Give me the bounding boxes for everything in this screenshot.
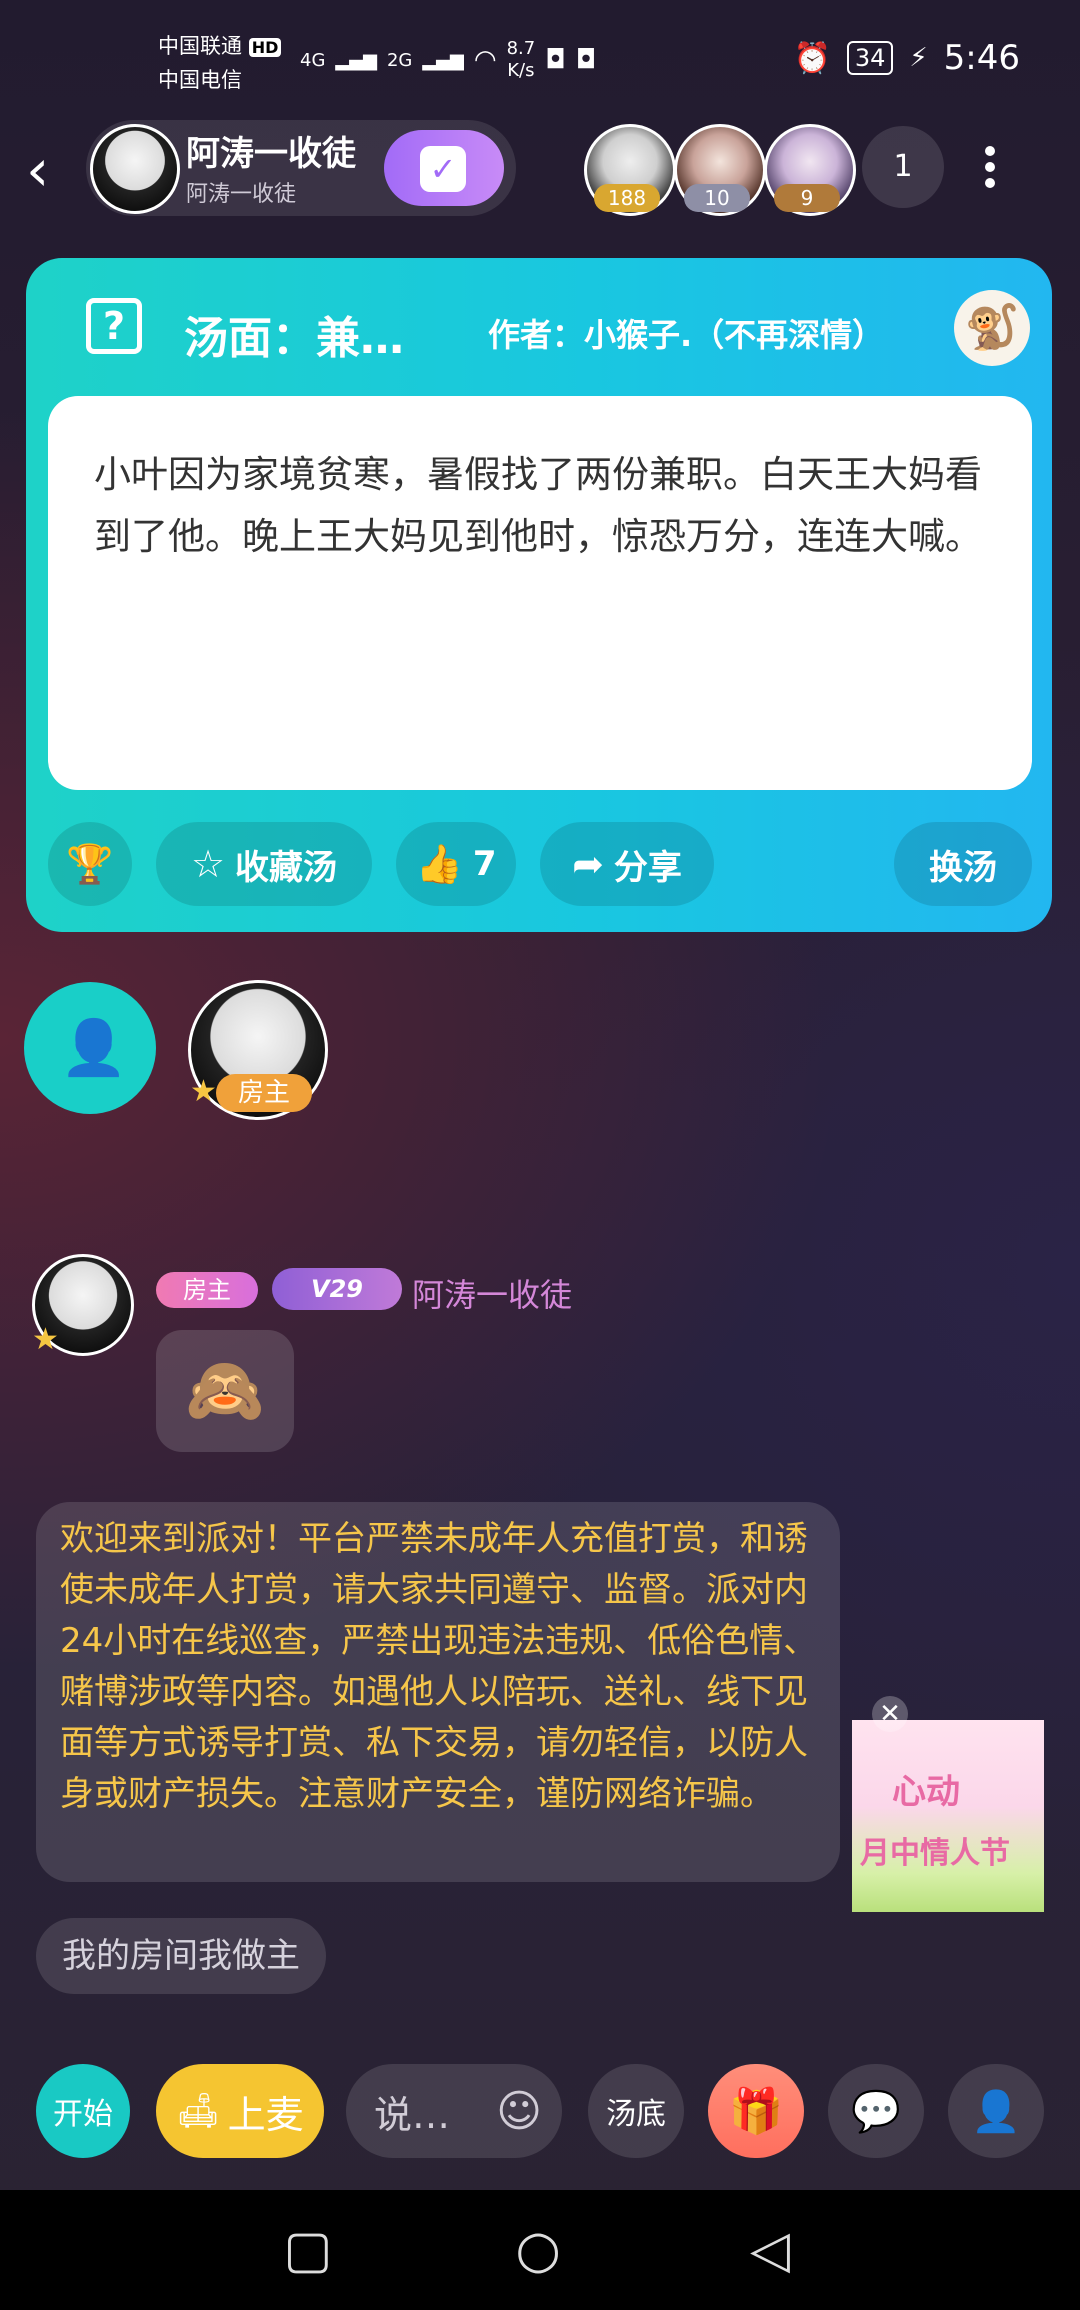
mask-icon-2: ◘ — [575, 45, 597, 75]
carrier2-label: 中国电信 — [158, 68, 242, 92]
promo-banner[interactable] — [852, 1720, 1044, 1912]
host-seat-tag: 房主 — [216, 1074, 312, 1112]
trophy-icon: 🏆 — [66, 841, 114, 886]
recent-apps-icon[interactable]: ▢ — [278, 2220, 338, 2280]
promo-line2: 月中情人节 — [860, 1836, 1010, 1871]
share-arrow-icon: ➦ — [572, 842, 604, 886]
speed-value: 8.7 — [506, 38, 536, 59]
star-decoration-icon-2: ★ — [32, 1322, 59, 1357]
more-vertical-icon[interactable] — [978, 140, 1002, 196]
status-right: ⏰ 34 ⚡ 5:46 — [793, 38, 1020, 78]
charging-icon: ⚡ — [909, 43, 928, 73]
author-avatar[interactable]: 🐒 — [954, 290, 1030, 366]
share-button[interactable]: ➦ 分享 — [540, 822, 714, 906]
hd-badge: HD — [248, 38, 282, 57]
host-subtitle: 阿涛一收徒 — [186, 182, 297, 207]
signal-icon-2: ▂▄▆ — [422, 49, 464, 71]
mask-icon: ◘ — [545, 45, 566, 75]
smile-icon[interactable]: ☺ — [496, 2086, 542, 2137]
chat-input[interactable]: 说… ☺ — [346, 2064, 562, 2158]
like-count: 7 — [472, 844, 497, 884]
star-decoration-icon: ★ — [190, 1074, 217, 1109]
welcome-message: 我的房间我做主 — [36, 1918, 326, 1994]
viewer-count[interactable]: 1 — [862, 126, 944, 208]
thumbs-up-icon: 👍 — [415, 841, 463, 886]
back-arrow-icon: ‹ — [26, 136, 50, 204]
star-icon: ☆ — [190, 842, 226, 886]
invite-button[interactable]: 👤 — [948, 2064, 1044, 2158]
calendar-check-icon: ✓ — [420, 146, 466, 192]
vip-level-badge: V29 — [272, 1268, 402, 1310]
add-user-icon: 👤 — [60, 1016, 128, 1079]
network-indicators: 4G ▂▄▆ 2G ▂▄▆ ◠ 8.7 K/s ◘ ◘ — [300, 38, 596, 82]
net1-label: 4G — [300, 49, 326, 71]
sofa-icon: 🛋 — [176, 2091, 220, 2131]
promo-line1: 心动 — [892, 1772, 960, 1812]
like-button[interactable]: 👍 7 — [396, 822, 516, 906]
soup-title: 汤面：兼… — [184, 313, 404, 364]
gift-button[interactable]: 🎁 — [708, 2064, 804, 2158]
net2-label: 2G — [386, 49, 413, 71]
viewer-badge-2: 10 — [684, 184, 750, 212]
question-icon[interactable]: ? — [86, 298, 142, 354]
home-icon[interactable]: ○ — [508, 2220, 568, 2280]
join-mic-label: 上麦 — [227, 2092, 304, 2137]
speed-unit: K/s — [507, 60, 535, 81]
battery-level: 34 — [846, 41, 894, 75]
message-button[interactable]: 💬 — [828, 2064, 924, 2158]
chat-input-placeholder: 说… — [374, 2092, 451, 2137]
viewer-badge-1: 188 — [594, 184, 660, 212]
gift-icon: 🎁 — [728, 2086, 784, 2137]
add-user-button[interactable]: 👤 — [24, 982, 156, 1114]
soup-author: 作者：小猴子.（不再深情） — [488, 316, 885, 354]
chat-sender-name[interactable]: 阿涛一收徒 — [412, 1270, 572, 1316]
start-button[interactable]: 开始 — [36, 2064, 130, 2158]
close-icon[interactable]: ✕ — [872, 1696, 908, 1732]
signal-icon: ▂▄▆ — [335, 49, 377, 71]
favorite-button[interactable]: ☆ 收藏汤 — [156, 822, 372, 906]
back-button[interactable]: ‹ — [26, 140, 66, 200]
user-plus-icon: 👤 — [971, 2088, 1021, 2135]
system-notice-text: 欢迎来到派对！平台严禁未成年人充值打赏，和诱使未成年人打赏，请大家共同遵守、监督… — [60, 1519, 818, 1814]
host-avatar[interactable] — [90, 124, 180, 214]
change-soup-label: 换汤 — [929, 847, 997, 888]
host-role-tag: 房主 — [156, 1272, 258, 1308]
start-label: 开始 — [53, 2097, 113, 2132]
story-text: 小叶因为家境贫寒，暑假找了两份兼职。白天王大妈看到了他。晚上王大妈见到他时，惊恐… — [94, 453, 982, 558]
wifi-icon: ◠ — [473, 45, 497, 75]
soup-bottom-button[interactable]: 汤底 — [588, 2064, 684, 2158]
share-label: 分享 — [613, 847, 682, 888]
favorite-label: 收藏汤 — [235, 847, 338, 888]
trophy-button[interactable]: 🏆 — [48, 822, 132, 906]
emoji-message: 🙈 — [156, 1330, 294, 1452]
host-name: 阿涛一收徒 — [186, 134, 356, 174]
change-soup-button[interactable]: 换汤 — [894, 822, 1032, 906]
carrier1-label: 中国联通 — [158, 34, 242, 58]
alarm-icon: ⏰ — [793, 40, 831, 76]
back-nav-icon[interactable]: ◁ — [740, 2220, 800, 2280]
viewer-badge-3: 9 — [774, 184, 840, 212]
soup-bottom-label: 汤底 — [606, 2097, 666, 2132]
clock: 5:46 — [943, 38, 1020, 78]
status-carriers: 中国联通 HD 中国电信 — [158, 30, 282, 96]
join-mic-button[interactable]: 🛋 上麦 — [156, 2064, 324, 2158]
message-icon: 💬 — [851, 2088, 901, 2135]
